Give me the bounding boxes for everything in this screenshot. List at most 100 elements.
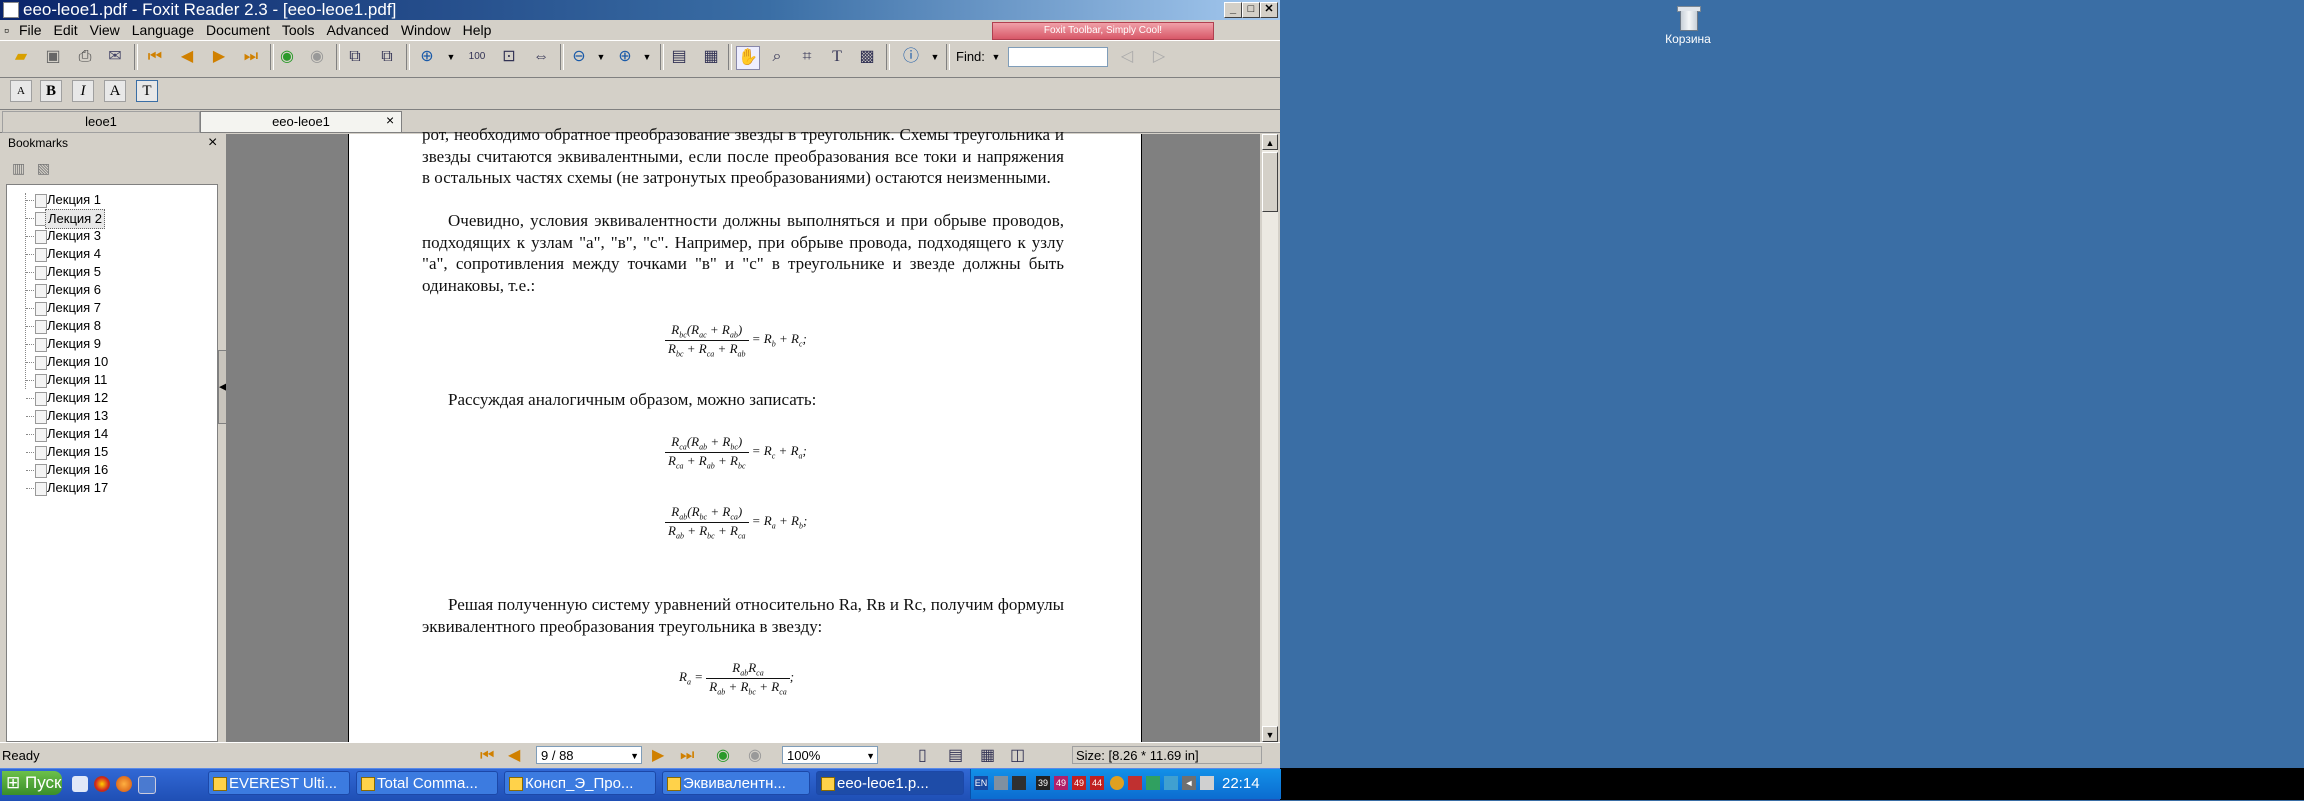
menu-help[interactable]: Help xyxy=(457,20,498,40)
continuous-icon[interactable]: ▤ xyxy=(948,746,963,766)
continuous-icon[interactable]: ⧉ xyxy=(376,46,398,68)
chevron-down-icon[interactable]: ▼ xyxy=(636,46,658,68)
page-icon[interactable]: ▤ xyxy=(668,46,690,68)
network-icon[interactable] xyxy=(994,776,1008,790)
first-page-icon[interactable]: ⏮ xyxy=(144,46,166,68)
save-icon[interactable]: ▣ xyxy=(42,46,64,68)
maximize-button[interactable]: □ xyxy=(1242,2,1260,18)
temp-indicator[interactable]: 49 xyxy=(1054,776,1068,790)
foxit-toolbar-ad[interactable]: Foxit Toolbar, Simply Cool! xyxy=(992,22,1214,40)
typewriter-icon[interactable]: T xyxy=(826,46,848,68)
bookmark-item[interactable]: Лекция 5 xyxy=(45,263,103,281)
tray-app-icon[interactable] xyxy=(1200,776,1214,790)
back-icon[interactable]: ◉ xyxy=(276,46,298,68)
show-desktop-icon[interactable] xyxy=(72,776,88,792)
bookmark-item[interactable]: Лекция 7 xyxy=(45,299,103,317)
menu-edit[interactable]: Edit xyxy=(48,20,84,40)
page-number-field[interactable]: 9 / 88 ▼ xyxy=(536,746,642,764)
bookmark-item[interactable]: Лекция 4 xyxy=(45,245,103,263)
text-icon[interactable]: A xyxy=(10,80,32,102)
start-button[interactable]: ⊞ Пуск xyxy=(2,771,62,795)
vertical-scrollbar[interactable] xyxy=(1262,134,1278,742)
bookmark-item[interactable]: Лекция 8 xyxy=(45,317,103,335)
open-icon[interactable]: ▰ xyxy=(10,46,32,68)
italic-icon[interactable]: I xyxy=(72,80,94,102)
bookmark-item[interactable]: Лекция 9 xyxy=(45,335,103,353)
chrome-icon[interactable] xyxy=(94,776,110,792)
bookmark-item[interactable]: Лекция 3 xyxy=(45,227,103,245)
bookmark-item[interactable]: Лекция 14 xyxy=(45,425,110,443)
prev-page-icon[interactable]: ◀ xyxy=(176,46,198,68)
bold-icon[interactable]: B xyxy=(40,80,62,102)
bookmark-item[interactable]: Лекция 6 xyxy=(45,281,103,299)
zoom-in-icon[interactable]: ⊕ xyxy=(614,46,636,68)
bookmark-item[interactable]: Лекция 12 xyxy=(45,389,110,407)
next-page-icon[interactable]: ▶ xyxy=(652,746,664,766)
bookmarks-close-icon[interactable]: × xyxy=(208,134,217,152)
bookmark-item[interactable]: Лекция 10 xyxy=(45,353,110,371)
last-page-icon[interactable]: ⏭ xyxy=(680,746,694,766)
typewriter-text-icon[interactable]: T xyxy=(136,80,158,102)
chevron-down-icon[interactable]: ▼ xyxy=(590,46,612,68)
bookmark-options-icon[interactable]: ▧ xyxy=(37,160,50,176)
close-button[interactable]: ✕ xyxy=(1260,2,1278,18)
snapshot-icon[interactable]: ▩ xyxy=(856,46,878,68)
tab-leoe1[interactable]: leoe1 xyxy=(2,111,200,133)
chevron-down-icon[interactable]: ▼ xyxy=(630,747,639,765)
bookmark-item[interactable]: Лекция 13 xyxy=(45,407,110,425)
menu-advanced[interactable]: Advanced xyxy=(321,20,395,40)
scroll-up-icon[interactable]: ▲ xyxy=(1262,134,1278,150)
zoom-select[interactable]: 100% ▼ xyxy=(782,746,878,764)
forward-icon[interactable]: ◉ xyxy=(306,46,328,68)
bookmark-item[interactable]: Лекция 17 xyxy=(45,479,110,497)
chevron-down-icon[interactable]: ▼ xyxy=(866,747,875,765)
task-konspekt[interactable]: Консп_Э_Про... xyxy=(504,771,656,795)
chevron-down-icon[interactable]: ▼ xyxy=(990,46,1002,68)
bookmark-item[interactable]: Лекция 11 xyxy=(45,371,109,389)
task-ekvivalent[interactable]: Эквивалентн... xyxy=(662,771,810,795)
facing-icon[interactable]: ▦ xyxy=(980,746,995,766)
scroll-down-icon[interactable]: ▼ xyxy=(1262,726,1278,742)
zoom-icon[interactable]: ⊕ xyxy=(416,46,438,68)
first-page-icon[interactable]: ⏮ xyxy=(480,746,494,766)
bookmark-item[interactable]: Лекция 16 xyxy=(45,461,110,479)
print-icon[interactable]: ⎙ xyxy=(74,46,96,68)
font-color-icon[interactable]: A xyxy=(104,80,126,102)
tray-app-icon[interactable] xyxy=(1146,776,1160,790)
next-page-icon[interactable]: ▶ xyxy=(208,46,230,68)
find-input[interactable] xyxy=(1008,47,1108,67)
computer-icon[interactable] xyxy=(138,776,156,794)
last-page-icon[interactable]: ⏭ xyxy=(240,46,262,68)
minimize-button[interactable]: _ xyxy=(1224,2,1242,18)
single-page-icon[interactable]: ▯ xyxy=(918,746,927,766)
menu-view[interactable]: View xyxy=(84,20,126,40)
menu-window[interactable]: Window xyxy=(395,20,457,40)
tab-close-icon[interactable]: × xyxy=(386,112,394,128)
speaker-icon[interactable]: ◄ xyxy=(1182,776,1196,790)
continuous-facing-icon[interactable]: ◫ xyxy=(1010,746,1025,766)
temp-indicator[interactable]: 39 xyxy=(1036,776,1050,790)
zoom-out-icon[interactable]: ⊖ xyxy=(568,46,590,68)
tray-app-icon[interactable] xyxy=(1012,776,1026,790)
chevron-down-icon[interactable]: ▼ xyxy=(924,46,946,68)
bookmark-item[interactable]: Лекция 15 xyxy=(45,443,110,461)
prev-page-icon[interactable]: ◀ xyxy=(508,746,520,766)
menu-language[interactable]: Language xyxy=(126,20,200,40)
single-page-icon[interactable]: ⧉ xyxy=(344,46,366,68)
task-everest[interactable]: EVEREST Ulti... xyxy=(208,771,350,795)
select-text-icon[interactable]: ⌗ xyxy=(796,46,818,68)
temp-indicator[interactable]: 44 xyxy=(1090,776,1104,790)
bookmark-item[interactable]: Лекция 1 xyxy=(45,191,103,209)
tray-app-icon[interactable] xyxy=(1128,776,1142,790)
menu-tools[interactable]: Tools xyxy=(276,20,321,40)
find-next-icon[interactable]: ▷ xyxy=(1148,46,1170,68)
tray-app-icon[interactable] xyxy=(1164,776,1178,790)
recycle-bin-shortcut[interactable]: Корзина xyxy=(1648,2,1728,46)
bookmark-item[interactable]: Лекция 2 xyxy=(45,209,106,229)
email-icon[interactable]: ✉ xyxy=(104,46,126,68)
temp-indicator[interactable]: 49 xyxy=(1072,776,1086,790)
fit-width-icon[interactable]: ⇔ xyxy=(530,46,552,68)
find-tool-icon[interactable]: ⌕ xyxy=(766,46,788,68)
find-prev-icon[interactable]: ◁ xyxy=(1116,46,1138,68)
actual-size-icon[interactable]: 100 xyxy=(466,46,488,68)
